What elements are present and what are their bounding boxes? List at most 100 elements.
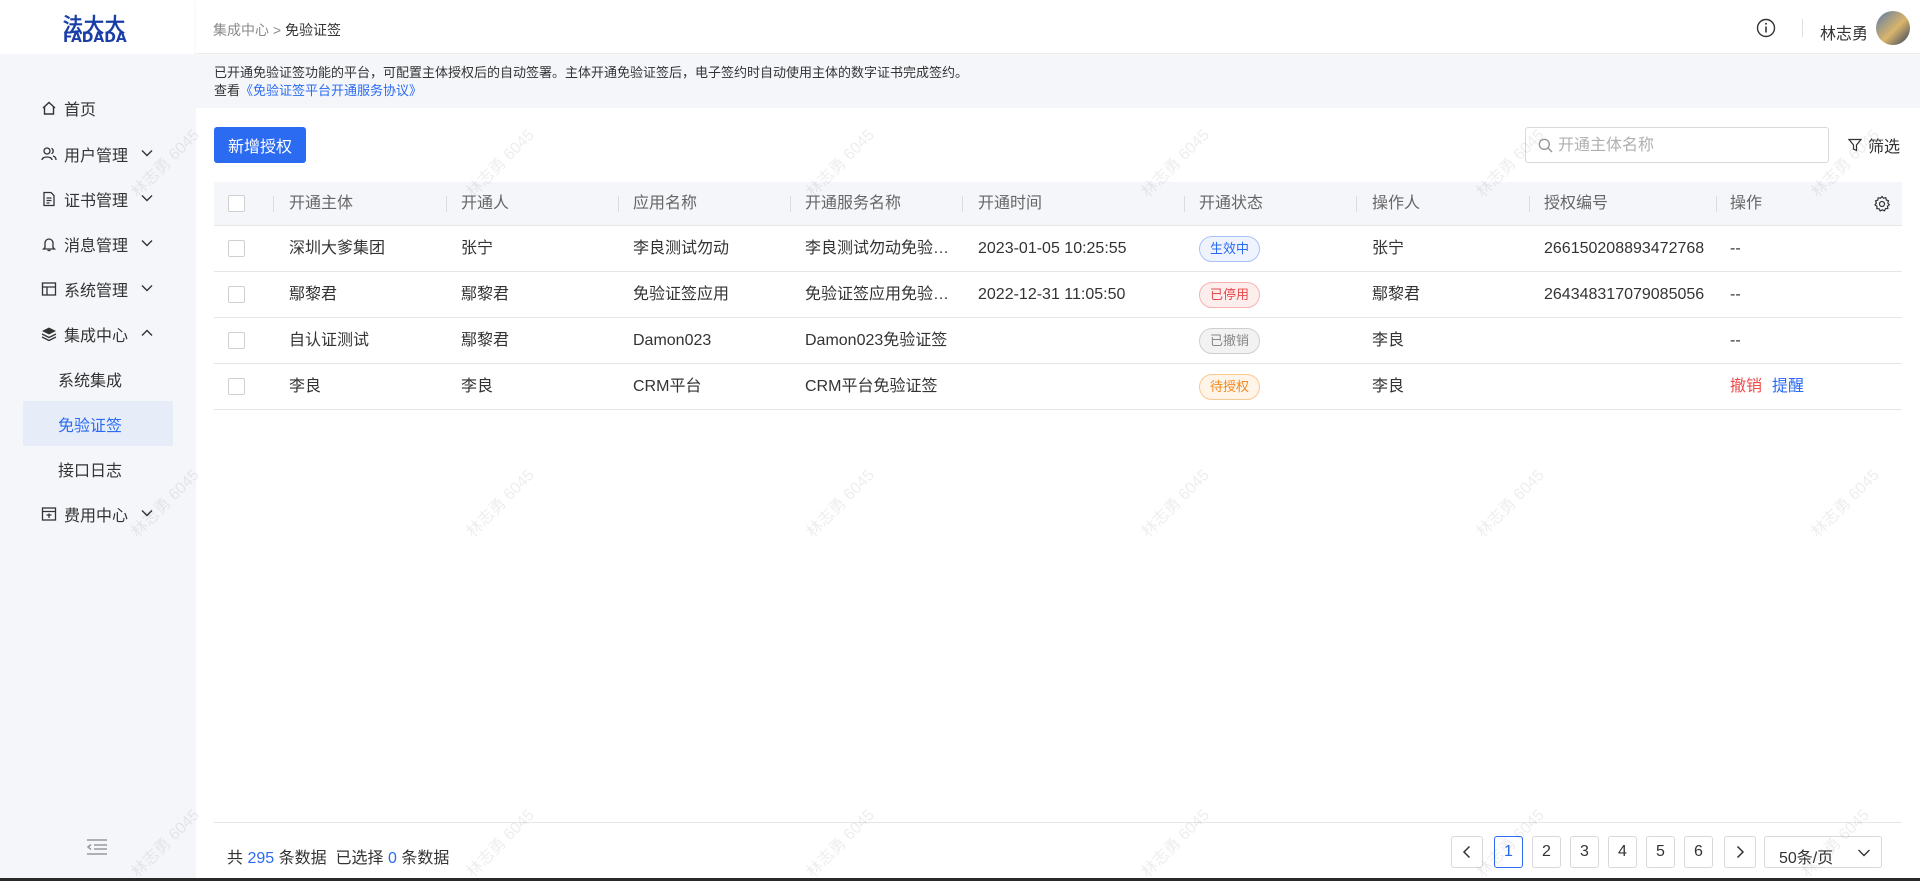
status-badge: 已撤销 [1199, 327, 1261, 354]
sidebar-item-certificate-management[interactable]: 证书管理 [0, 179, 196, 219]
row-checkbox[interactable] [228, 378, 245, 395]
chevron-right-icon [1736, 845, 1745, 859]
cell-subject: 深圳大爹集团 [289, 240, 386, 257]
page-button-3[interactable]: 3 [1570, 836, 1599, 868]
cell-operator: 鄢黎君 [1372, 286, 1421, 303]
filter-icon [1848, 138, 1862, 152]
next-page-button[interactable] [1724, 836, 1756, 868]
page-button-2[interactable]: 2 [1532, 836, 1561, 868]
cell-time [978, 364, 1178, 410]
cell-service: CRM平台免验证签 [805, 378, 938, 395]
column-divider [962, 196, 963, 212]
watermark: 林志勇 6045 [1808, 466, 1883, 541]
row-checkbox[interactable] [228, 240, 245, 257]
sidebar-item-label: 费用中心 [64, 508, 129, 525]
watermark: 林志勇 6045 [463, 466, 538, 541]
notice-link-prefix: 查看 [214, 83, 241, 98]
users-icon [41, 147, 57, 161]
watermark: 林志勇 6045 [803, 806, 878, 881]
cell-auth-number: 266150208893472768 [1544, 240, 1705, 257]
prev-page-button[interactable] [1451, 836, 1483, 868]
certificate-icon [43, 191, 55, 207]
revoke-link[interactable]: 撤销 [1730, 378, 1762, 395]
table-row: 李良 李良 CRM平台 CRM平台免验证签 待授权 李良 撤销 提醒 [214, 364, 1902, 410]
sidebar-item-integration-center[interactable]: 集成中心 [0, 314, 196, 354]
footer-divider [214, 822, 1902, 823]
cell-service: 免验证签应用免验证签 [805, 286, 950, 303]
top-header: 集成中心 > 免验证签 林志勇 [196, 0, 1920, 54]
cell-auth-number: 264348317079085056 [1544, 286, 1705, 303]
cell-status: 已停用 [1199, 272, 1349, 318]
cell-operator: 李良 [1372, 332, 1405, 349]
table-row: 自认证测试 鄢黎君 Damon023 Damon023免验证签 已撤销 李良 -… [214, 318, 1902, 364]
search-input[interactable] [1558, 135, 1818, 157]
cell-subject: 自认证测试 [289, 332, 370, 349]
table-header: 开通主体 开通人 应用名称 开通服务名称 开通时间 开通状态 操作人 授权编号 … [214, 182, 1902, 226]
breadcrumb-parent[interactable]: 集成中心 [213, 22, 269, 38]
sidebar-item-billing-center[interactable]: 费用中心 [0, 494, 196, 534]
cell-operator: 张宁 [1372, 240, 1405, 257]
select-all-checkbox[interactable] [228, 195, 245, 212]
sidebar-item-home[interactable]: 首页 [0, 88, 196, 128]
sidebar-subitem-verification-free-signing[interactable]: 免验证签 [23, 401, 173, 446]
chevron-down-icon [141, 195, 153, 202]
filter-label: 筛选 [1868, 139, 1901, 156]
column-divider [273, 196, 274, 212]
column-header-actions: 操作 [1730, 195, 1763, 212]
info-notice: 已开通免验证签功能的平台，可配置主体授权后的自动签署。主体开通免验证签后，电子签… [196, 55, 1920, 108]
watermark: 林志勇 6045 [1138, 806, 1213, 881]
column-header-subject: 开通主体 [289, 195, 354, 212]
remind-link[interactable]: 提醒 [1772, 378, 1804, 395]
avatar[interactable] [1876, 11, 1910, 45]
column-header-operator: 操作人 [1372, 195, 1421, 212]
service-agreement-link[interactable]: 《免验证签平台开通服务协议》 [240, 83, 422, 98]
status-badge: 生效中 [1199, 235, 1261, 262]
column-divider [790, 196, 791, 212]
add-authorization-button[interactable]: 新增授权 [214, 127, 306, 163]
page-button-6[interactable]: 6 [1684, 836, 1713, 868]
search-icon [1538, 138, 1553, 153]
page-button-1[interactable]: 1 [1494, 836, 1523, 868]
cell-subject: 李良 [289, 378, 322, 395]
cell-time [978, 318, 1178, 364]
user-name[interactable]: 林志勇 [1820, 20, 1868, 44]
home-icon [42, 101, 56, 115]
sidebar-item-label: 系统管理 [64, 283, 129, 300]
column-header-app-name: 应用名称 [633, 195, 698, 212]
authorization-table: 开通主体 开通人 应用名称 开通服务名称 开通时间 开通状态 操作人 授权编号 … [214, 182, 1902, 410]
sidebar-item-system-management[interactable]: 系统管理 [0, 269, 196, 309]
row-checkbox[interactable] [228, 286, 245, 303]
column-divider [1184, 196, 1185, 212]
table-row: 鄢黎君 鄢黎君 免验证签应用 免验证签应用免验证签 2022-12-31 11:… [214, 272, 1902, 318]
cell-app: Damon023 [633, 332, 712, 349]
cell-status: 已撤销 [1199, 318, 1349, 364]
sidebar-subitem-system-integration[interactable]: 系统集成 [23, 356, 173, 401]
breadcrumb-current: 免验证签 [284, 22, 341, 38]
column-divider [446, 196, 447, 212]
chevron-up-icon [141, 329, 153, 336]
page-size-select[interactable]: 50条/页 [1764, 836, 1882, 868]
cell-app: 免验证签应用 [633, 286, 730, 303]
cell-status: 待授权 [1199, 364, 1349, 410]
cell-action: -- [1730, 286, 1741, 303]
cell-opener: 张宁 [461, 240, 494, 257]
chevron-down-icon [141, 285, 153, 292]
sidebar-subitem-api-log[interactable]: 接口日志 [23, 446, 173, 491]
sidebar-item-message-management[interactable]: 消息管理 [0, 224, 196, 264]
row-checkbox[interactable] [228, 332, 245, 349]
page-button-5[interactable]: 5 [1646, 836, 1675, 868]
info-icon[interactable] [1756, 18, 1776, 38]
collapse-menu-icon[interactable] [86, 838, 108, 856]
cell-status: 生效中 [1199, 226, 1349, 272]
sidebar-item-user-management[interactable]: 用户管理 [0, 134, 196, 174]
cell-app: CRM平台 [633, 378, 702, 395]
total-prefix: 共 [227, 850, 244, 867]
filter-button[interactable]: 筛选 [1848, 133, 1900, 157]
sidebar: 法大大 FADADA 首页 用户管理 证书管理 消息管理 系统管理 集成中心 系… [0, 0, 196, 881]
cell-time: 2023-01-05 10:25:55 [978, 240, 1127, 257]
column-settings-icon[interactable] [1873, 195, 1891, 213]
chevron-down-icon [141, 150, 153, 157]
chevron-down-icon [1858, 849, 1870, 857]
total-count: 295 [247, 850, 275, 867]
page-button-4[interactable]: 4 [1608, 836, 1637, 868]
